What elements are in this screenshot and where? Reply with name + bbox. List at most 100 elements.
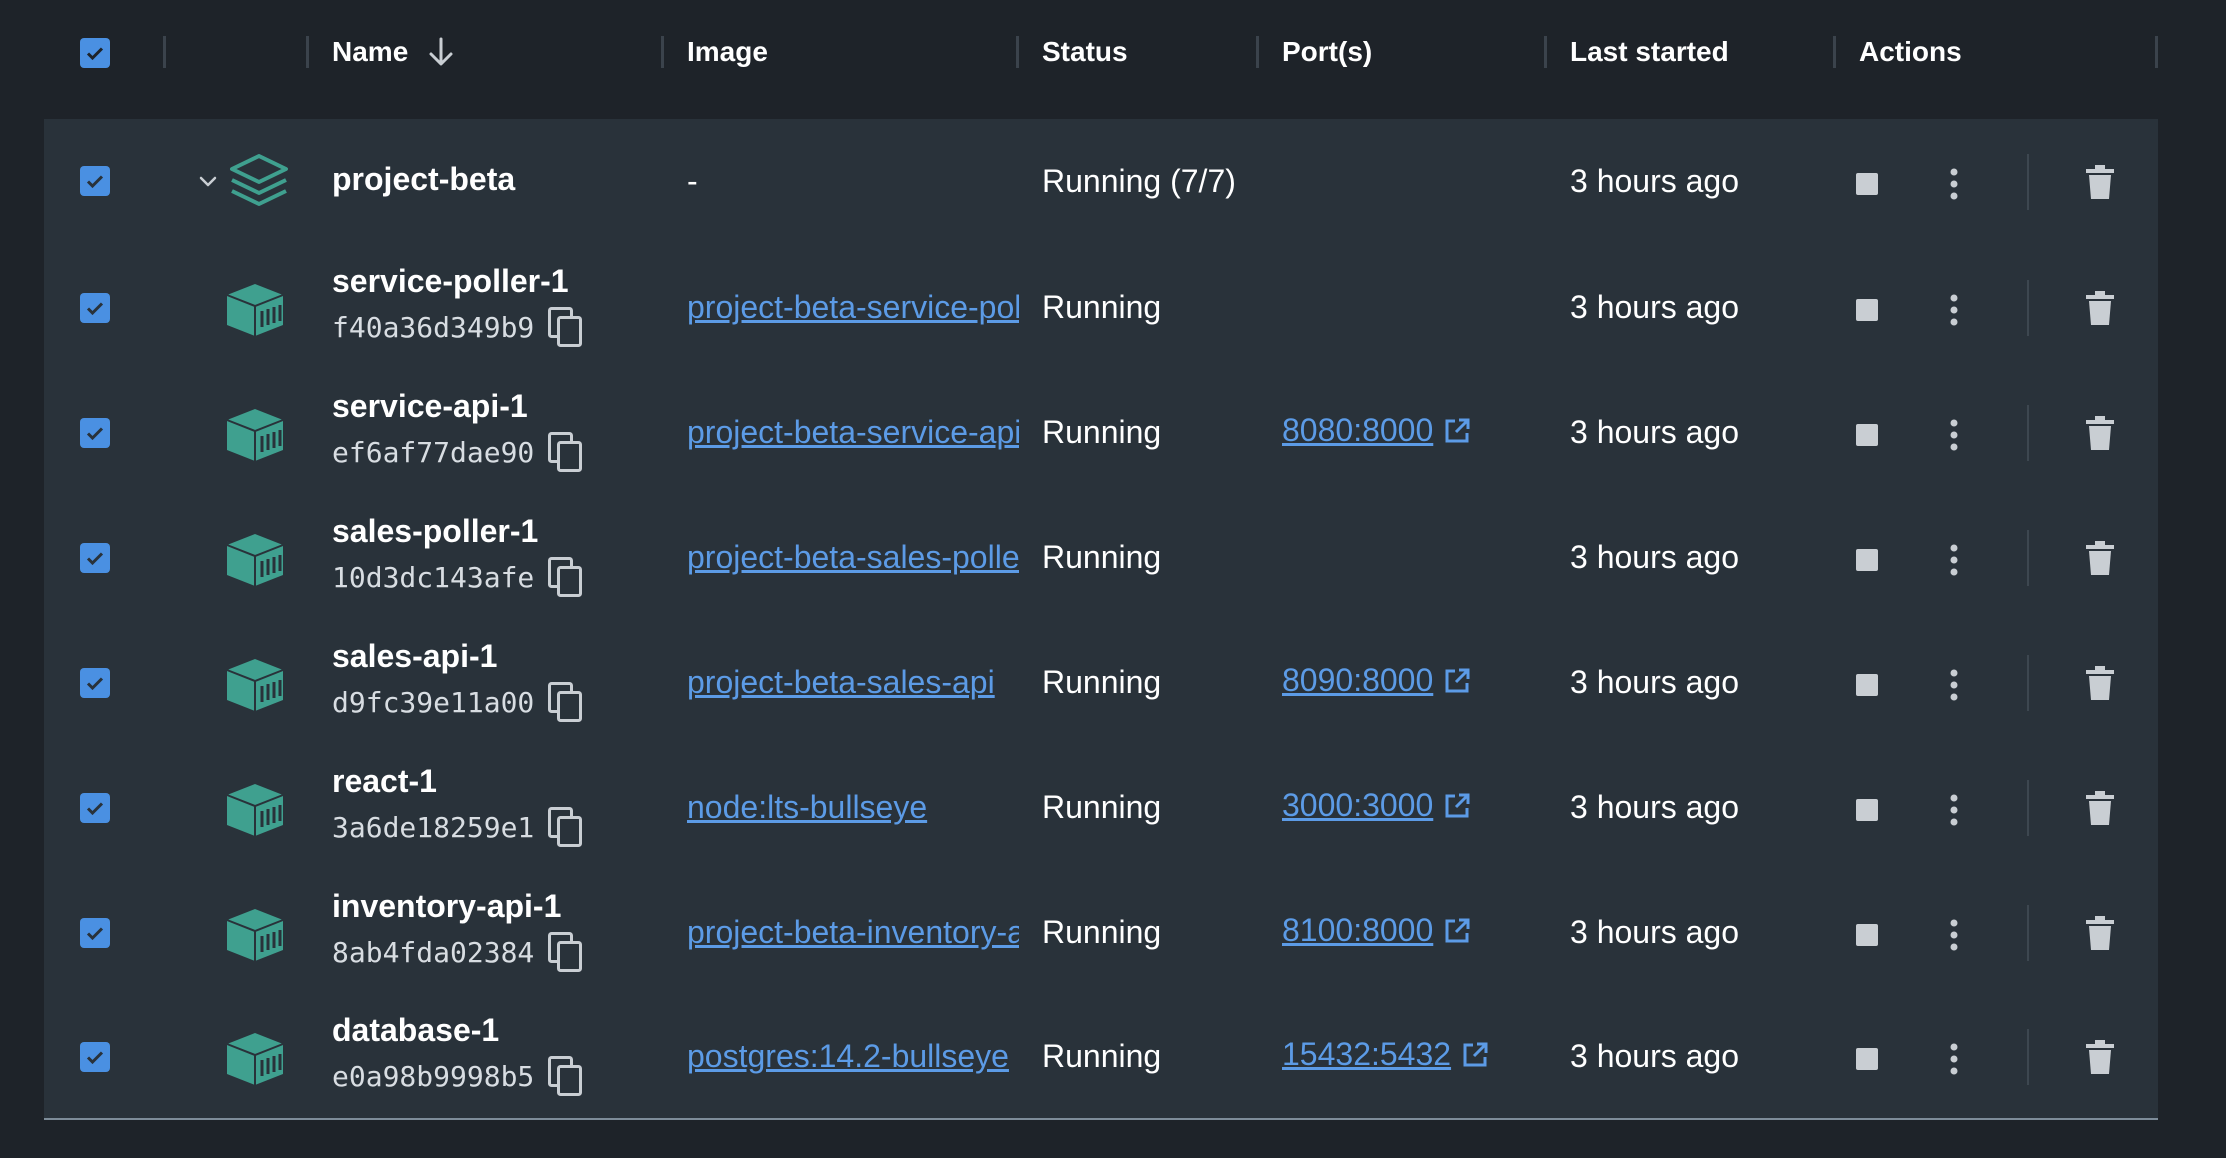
container-name[interactable]: service-poller-1 (332, 263, 569, 300)
stop-icon[interactable] (1856, 424, 1878, 446)
row-checkbox[interactable] (80, 166, 110, 196)
row-checkbox[interactable] (80, 293, 110, 323)
container-name[interactable]: sales-poller-1 (332, 513, 538, 550)
stop-icon[interactable] (1856, 299, 1878, 321)
container-id-text: 8ab4fda02384 (332, 935, 535, 969)
container-image-link[interactable]: project-beta-inventory-api (687, 914, 1019, 951)
more-vertical-icon[interactable] (1945, 167, 1963, 201)
column-header-last-started-label: Last started (1570, 36, 1729, 67)
container-row[interactable]: react-1 3a6de18259e1 node:lts-bullseye R… (0, 745, 2226, 870)
row-checkbox[interactable] (80, 668, 110, 698)
container-port-link[interactable]: 8090:8000 (1282, 662, 1471, 699)
copy-icon[interactable] (548, 807, 583, 847)
container-port-link[interactable]: 8100:8000 (1282, 912, 1471, 949)
stop-icon[interactable] (1856, 1048, 1878, 1070)
stop-icon[interactable] (1856, 674, 1878, 696)
container-port-text[interactable]: 15432:5432 (1282, 1036, 1451, 1073)
stop-icon[interactable] (1856, 549, 1878, 571)
trash-icon[interactable] (2085, 790, 2115, 826)
container-name[interactable]: react-1 (332, 763, 437, 800)
column-divider[interactable] (1016, 36, 1019, 68)
container-name[interactable]: inventory-api-1 (332, 888, 561, 925)
group-name[interactable]: project-beta (332, 161, 515, 198)
more-vertical-icon[interactable] (1945, 418, 1963, 452)
copy-icon[interactable] (548, 932, 583, 972)
container-port-link[interactable]: 15432:5432 (1282, 1036, 1489, 1073)
trash-icon[interactable] (2085, 665, 2115, 701)
more-vertical-icon[interactable] (1945, 1042, 1963, 1076)
container-image-link[interactable]: postgres:14.2-bullseye (687, 1038, 1019, 1075)
container-port-link[interactable]: 8080:8000 (1282, 412, 1471, 449)
copy-icon[interactable] (548, 1056, 583, 1096)
container-id: 8ab4fda02384 (332, 932, 583, 972)
container-port-text[interactable]: 8100:8000 (1282, 912, 1433, 949)
container-name[interactable]: service-api-1 (332, 388, 528, 425)
container-image-link[interactable]: project-beta-sales-poller (687, 539, 1019, 576)
row-checkbox[interactable] (80, 1042, 110, 1072)
more-vertical-icon[interactable] (1945, 918, 1963, 952)
container-image-link[interactable]: node:lts-bullseye (687, 789, 1019, 826)
more-vertical-icon[interactable] (1945, 543, 1963, 577)
row-checkbox[interactable] (80, 418, 110, 448)
external-link-icon[interactable] (1443, 917, 1471, 945)
row-checkbox[interactable] (80, 543, 110, 573)
container-row[interactable]: database-1 e0a98b9998b5 postgres:14.2-bu… (0, 994, 2226, 1119)
container-port-text[interactable]: 8090:8000 (1282, 662, 1433, 699)
stop-icon[interactable] (1856, 799, 1878, 821)
container-row[interactable]: sales-poller-1 10d3dc143afe project-beta… (0, 495, 2226, 620)
column-header-name[interactable]: Name (332, 32, 456, 72)
row-checkbox[interactable] (80, 793, 110, 823)
external-link-icon[interactable] (1443, 417, 1471, 445)
trash-icon[interactable] (2085, 290, 2115, 326)
more-vertical-icon[interactable] (1945, 668, 1963, 702)
trash-icon[interactable] (2085, 540, 2115, 576)
actions-divider (2027, 780, 2029, 836)
stop-icon[interactable] (1856, 924, 1878, 946)
copy-icon[interactable] (548, 557, 583, 597)
column-divider[interactable] (163, 36, 166, 68)
container-port-text[interactable]: 3000:3000 (1282, 787, 1433, 824)
container-port-text[interactable]: 8080:8000 (1282, 412, 1433, 449)
row-checkbox[interactable] (80, 918, 110, 948)
copy-icon[interactable] (548, 682, 583, 722)
copy-icon[interactable] (548, 307, 583, 347)
container-image-link[interactable]: project-beta-sales-api (687, 664, 1019, 701)
container-icon (226, 284, 284, 336)
checkbox-checked-icon (86, 927, 104, 941)
column-divider[interactable] (1544, 36, 1547, 68)
trash-icon[interactable] (2085, 1039, 2115, 1075)
column-divider[interactable] (1833, 36, 1836, 68)
column-header-ports[interactable]: Port(s) (1282, 32, 1372, 72)
container-name[interactable]: sales-api-1 (332, 638, 497, 675)
group-row-project-beta[interactable]: project-beta - Running (7/7) 3 hours ago (0, 119, 2226, 244)
more-vertical-icon[interactable] (1945, 293, 1963, 327)
column-divider[interactable] (1256, 36, 1259, 68)
external-link-icon[interactable] (1443, 792, 1471, 820)
copy-icon[interactable] (548, 432, 583, 472)
container-name[interactable]: database-1 (332, 1012, 499, 1049)
trash-icon[interactable] (2085, 415, 2115, 451)
container-row[interactable]: inventory-api-1 8ab4fda02384 project-bet… (0, 870, 2226, 995)
external-link-icon[interactable] (1461, 1041, 1489, 1069)
container-port-link[interactable]: 3000:3000 (1282, 787, 1471, 824)
container-row[interactable]: service-api-1 ef6af77dae90 project-beta-… (0, 370, 2226, 495)
container-image-link[interactable]: project-beta-service-api (687, 414, 1019, 451)
select-all-checkbox[interactable] (80, 38, 110, 68)
trash-icon[interactable] (2085, 164, 2115, 200)
container-row[interactable]: sales-api-1 d9fc39e11a00 project-beta-sa… (0, 620, 2226, 745)
chevron-down-icon[interactable] (196, 169, 220, 193)
column-header-image[interactable]: Image (687, 32, 768, 72)
column-header-last-started[interactable]: Last started (1570, 32, 1729, 72)
container-icon (226, 1033, 284, 1085)
container-image-link[interactable]: project-beta-service-poller (687, 289, 1019, 326)
stop-icon[interactable] (1856, 173, 1878, 195)
external-link-icon[interactable] (1443, 667, 1471, 695)
trash-icon[interactable] (2085, 915, 2115, 951)
container-row[interactable]: service-poller-1 f40a36d349b9 project-be… (0, 245, 2226, 370)
more-vertical-icon[interactable] (1945, 793, 1963, 827)
column-header-status[interactable]: Status (1042, 32, 1128, 72)
column-divider[interactable] (306, 36, 309, 68)
container-status: Running (1042, 289, 1162, 325)
column-divider[interactable] (661, 36, 664, 68)
container-id: 10d3dc143afe (332, 557, 583, 597)
